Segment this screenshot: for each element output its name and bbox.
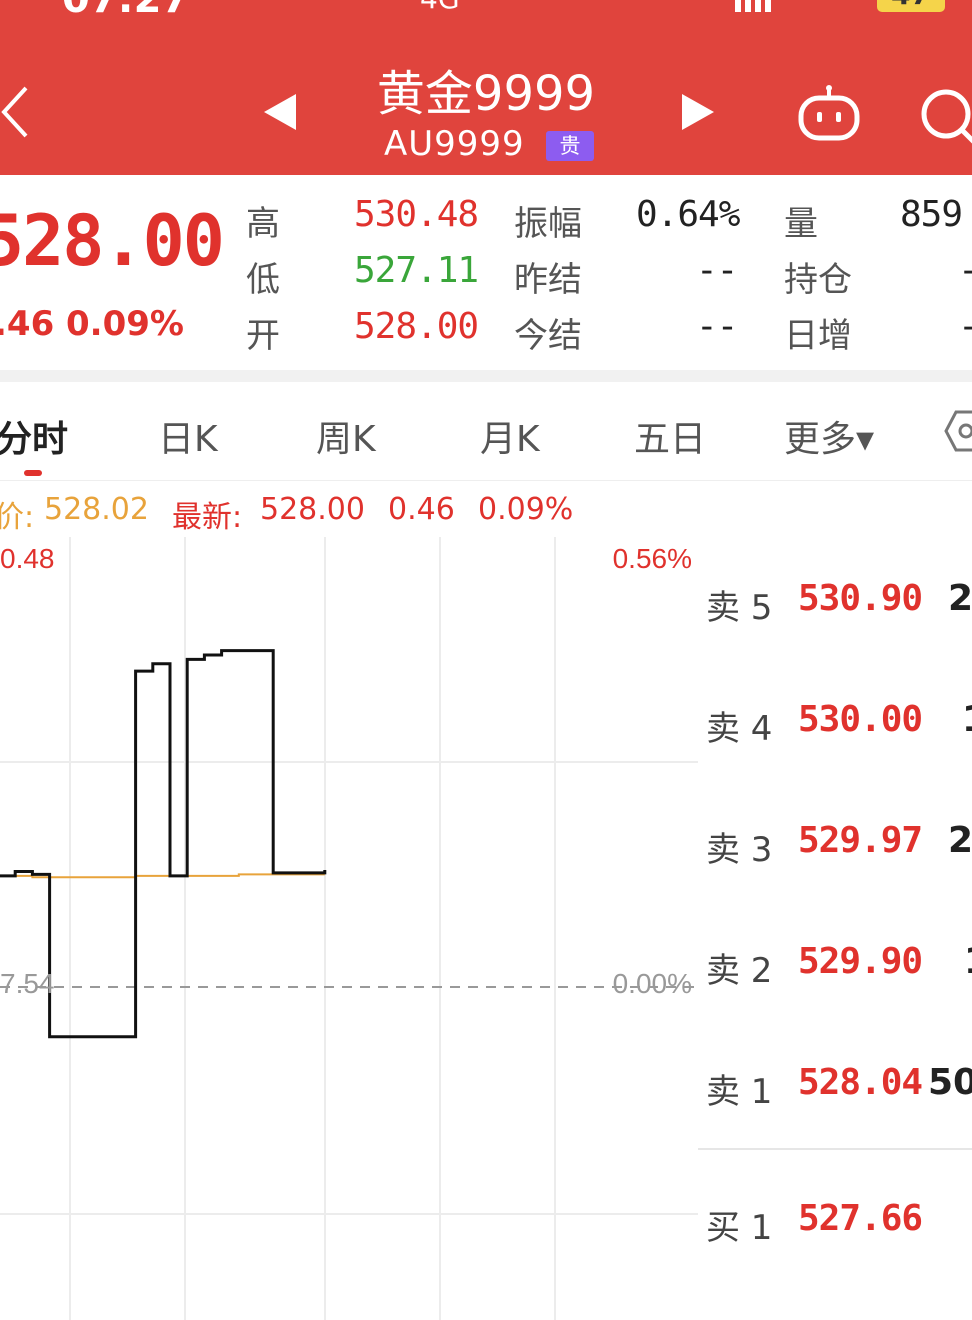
tab-monthly-k[interactable]: 月K (480, 410, 540, 462)
latest-value: 528.00 (260, 492, 365, 527)
stat-label-amplitude: 振幅 (514, 204, 582, 244)
stat-value-amplitude: 0.64% (636, 194, 740, 235)
stat-value-volume: 859 (900, 194, 963, 235)
tab-five-day[interactable]: 五日 (634, 410, 706, 462)
status-time: 07:27 (62, 0, 189, 22)
ask4-price: 530.00 (798, 699, 923, 740)
stat-value-open-interest: - (958, 250, 972, 291)
stat-label-open: 开 (246, 316, 280, 356)
intraday-chart: 0.48 7.54 0.56% 0.00% (0, 537, 698, 1320)
symbol-code: AU9999 (384, 124, 525, 164)
stat-value-open: 528.00 (354, 306, 479, 347)
ask4-label: 卖 4 (706, 709, 773, 749)
bid1-label: 买 1 (706, 1208, 773, 1248)
tab-more[interactable]: 更多▾ (784, 410, 874, 462)
y-top-label: 0.48 (0, 543, 55, 574)
price-change: .46 (0, 304, 55, 344)
price-change-pct: 0.09% (66, 304, 184, 344)
y-mid-label: 7.54 (0, 968, 55, 999)
next-arrow-icon[interactable] (680, 92, 716, 132)
ask3-label: 卖 3 (706, 830, 773, 870)
stat-label-high: 高 (246, 204, 280, 244)
ask5-label: 卖 5 (706, 588, 773, 628)
search-icon[interactable] (918, 86, 972, 146)
stat-value-daily-increase: - (958, 306, 972, 347)
stat-label-settle: 今结 (514, 316, 582, 356)
ask2-label: 卖 2 (706, 951, 773, 991)
battery-icon: 47 (877, 0, 945, 12)
signal-icon (735, 0, 771, 12)
avg-price-value: 528.02 (44, 492, 149, 527)
ask3-volume: 20 (948, 820, 972, 861)
avg-price-label: 价: (0, 500, 35, 535)
stat-label-daily-increase: 日增 (784, 316, 852, 356)
battery-level: 47 (891, 0, 930, 11)
ask5-volume: 20 (948, 578, 972, 619)
ask5-price: 530.90 (798, 578, 923, 619)
stat-label-low: 低 (246, 260, 280, 300)
stat-value-settle: -- (696, 306, 738, 347)
ask1-price: 528.04 (798, 1062, 923, 1103)
stat-label-volume: 量 (784, 204, 818, 244)
tab-weekly-k[interactable]: 周K (316, 410, 376, 462)
latest-change: 0.46 (388, 492, 455, 527)
stat-label-prev-settle: 昨结 (514, 260, 582, 300)
section-divider (0, 370, 972, 382)
tab-intraday[interactable]: 分时 (0, 410, 68, 462)
pct-top-label: 0.56% (613, 543, 692, 574)
stat-value-prev-settle: -- (696, 250, 738, 291)
robot-assistant-icon[interactable] (795, 84, 863, 144)
ask4-volume: 1 (962, 699, 972, 740)
ask2-price: 529.90 (798, 941, 923, 982)
stat-value-low: 527.11 (354, 250, 479, 291)
settings-hex-icon[interactable] (944, 410, 972, 452)
order-book-divider (698, 1148, 972, 1150)
page-title: 黄金9999 (376, 66, 596, 122)
active-tab-indicator (24, 470, 42, 476)
latest-change-pct: 0.09% (478, 492, 574, 527)
stat-value-high: 530.48 (354, 194, 479, 235)
app-header: 07:27 4G 47 黄金9999 AU9999 贵 (0, 0, 972, 175)
category-badge: 贵 (546, 131, 594, 161)
latest-label: 最新: (172, 500, 243, 535)
stat-label-open-interest: 持仓 (784, 260, 852, 300)
bid1-price: 527.66 (798, 1198, 923, 1239)
back-icon[interactable] (0, 84, 30, 140)
ask1-label: 卖 1 (706, 1072, 773, 1112)
prev-arrow-icon[interactable] (262, 92, 298, 132)
ask3-price: 529.97 (798, 820, 923, 861)
chart-grid (0, 537, 698, 1320)
last-price: 528.00 (0, 200, 225, 282)
tab-daily-k[interactable]: 日K (158, 410, 218, 462)
ask1-volume: 50 (928, 1062, 972, 1103)
ask2-volume: 1 (964, 941, 972, 982)
pct-mid-label: 0.00% (613, 968, 692, 999)
status-network: 4G (420, 0, 460, 15)
